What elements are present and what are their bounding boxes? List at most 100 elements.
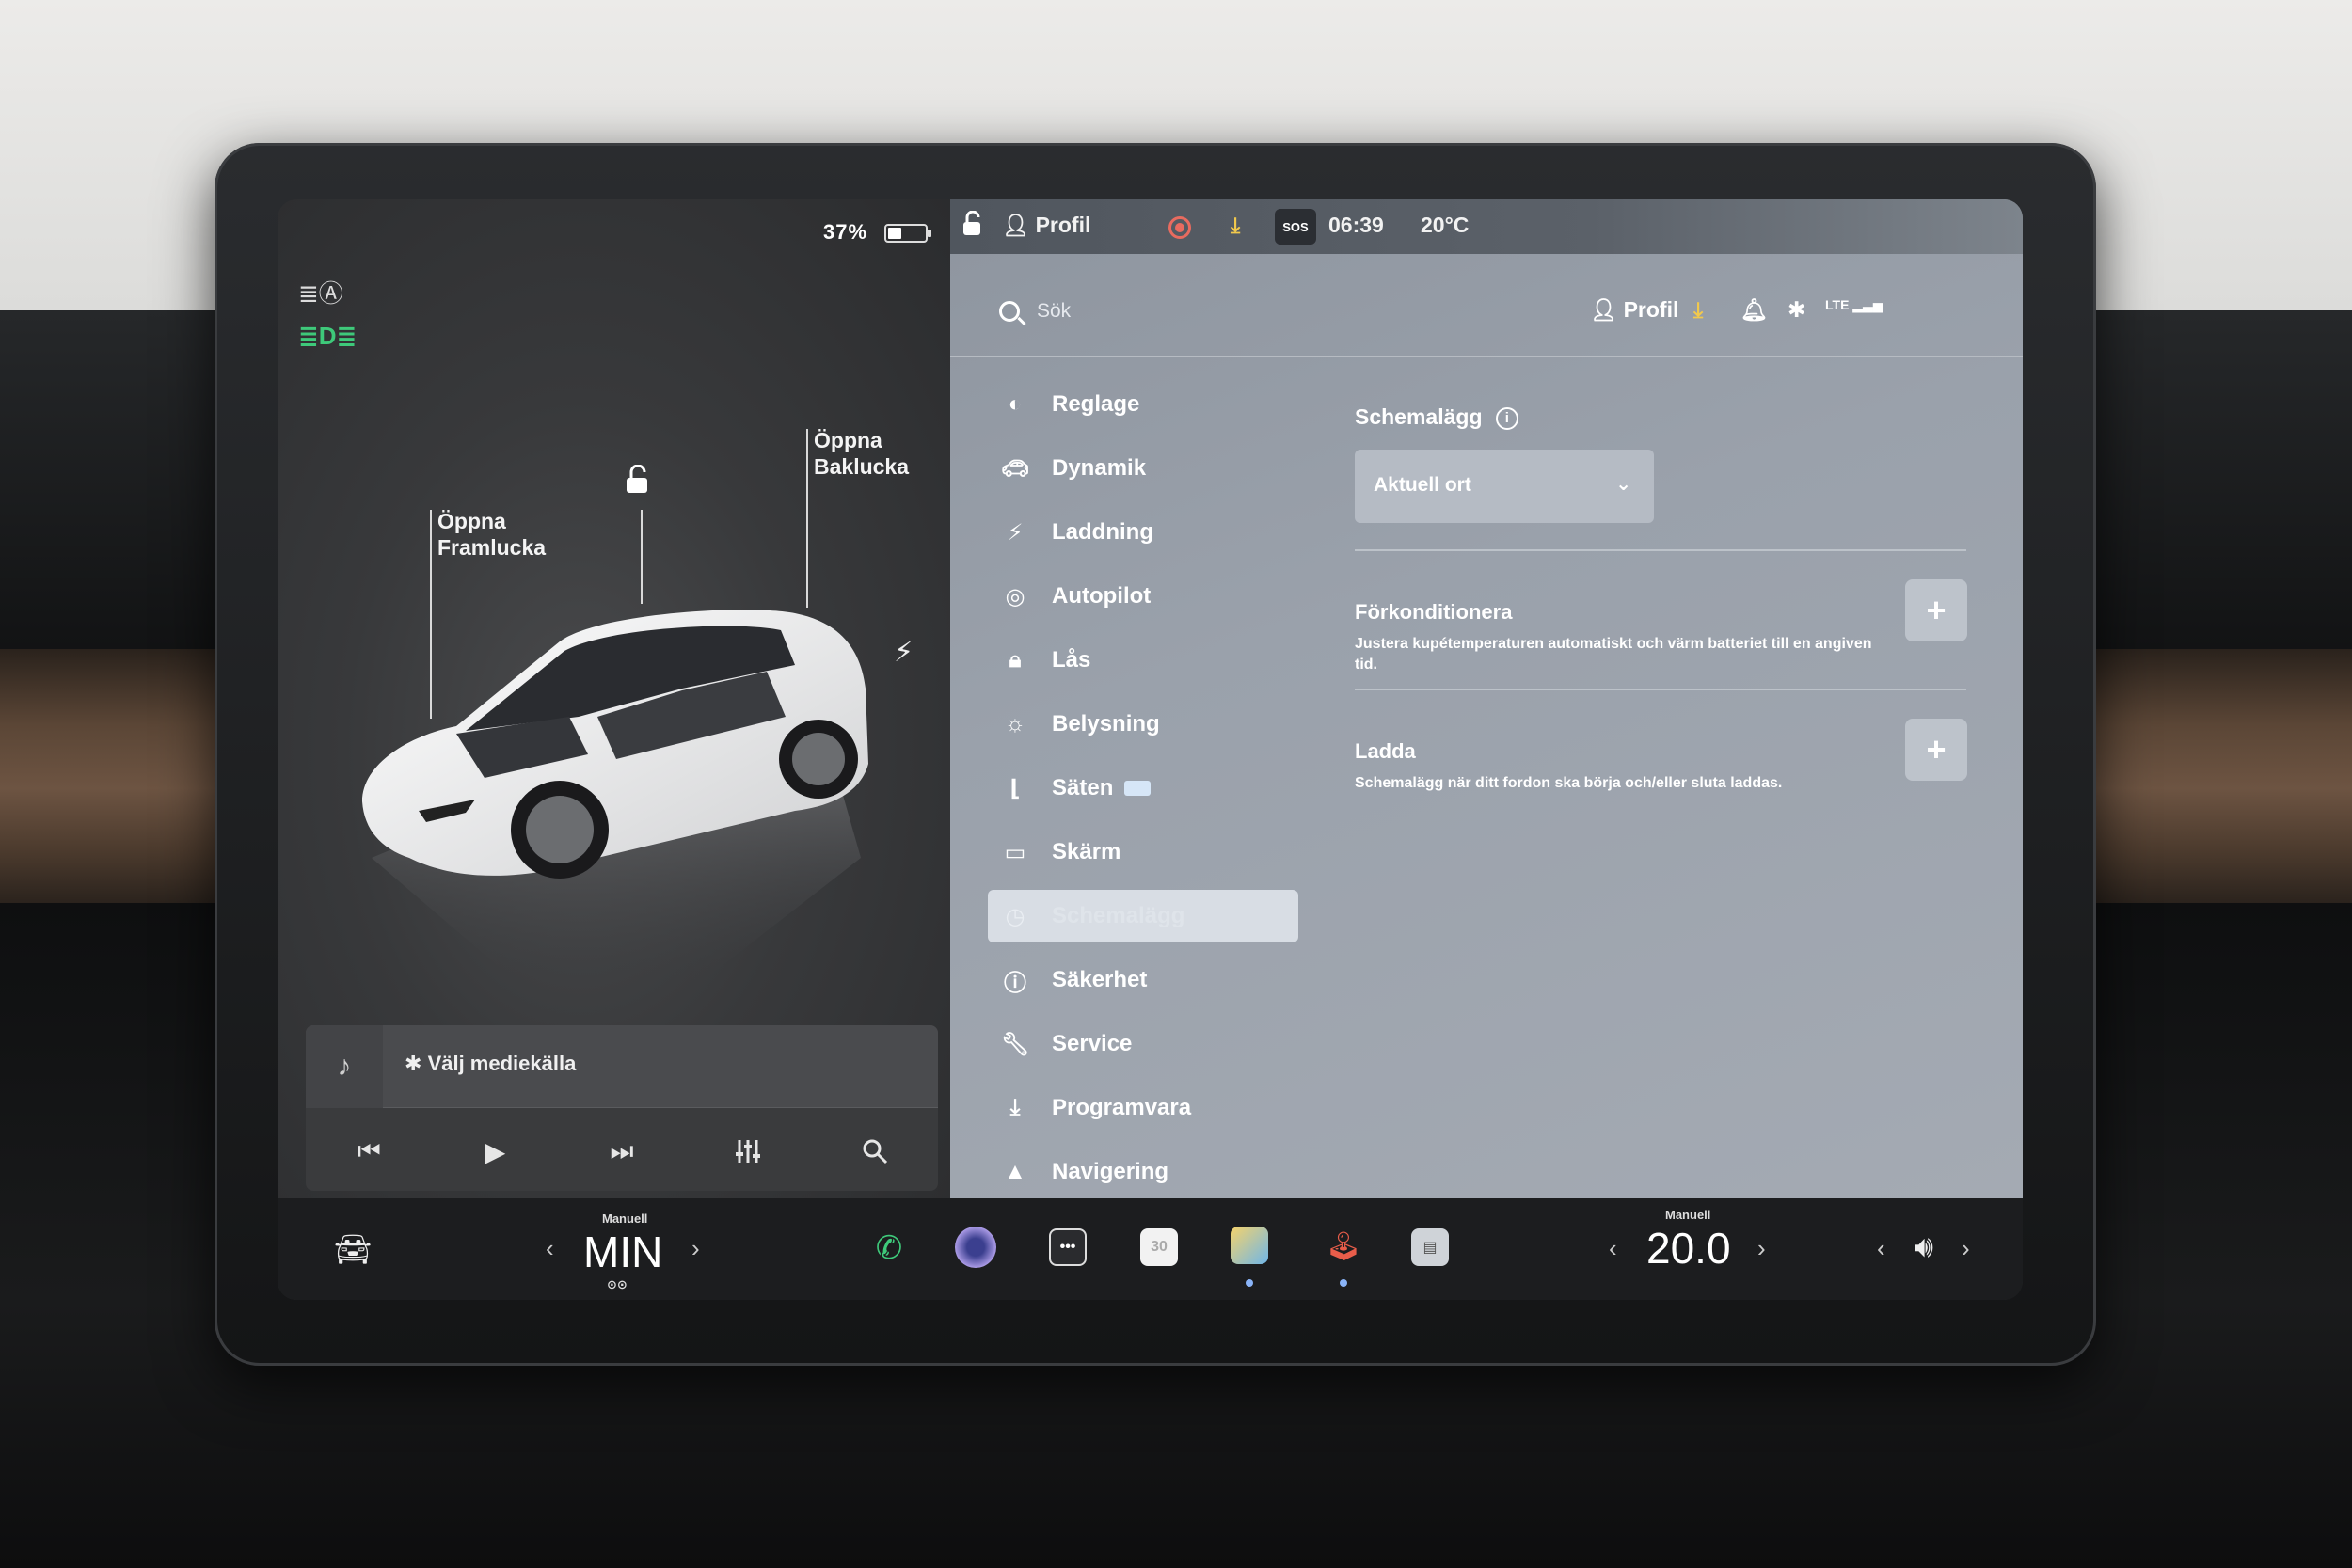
menu-item-programvara[interactable]: ⤓ Programvara	[988, 1082, 1298, 1134]
right-climate-mode: Manuell	[1665, 1208, 1711, 1222]
auto-headlight-icon[interactable]: ≣Ⓐ	[298, 275, 343, 309]
unlock-status-icon[interactable]	[960, 210, 984, 243]
driver-temperature[interactable]: MIN	[583, 1227, 662, 1277]
car-visualization-pane: 37% ≣Ⓐ ≣D≣ Öppna Framlucka Öppna Bakluck…	[278, 199, 950, 1198]
phone-icon[interactable]: ✆	[866, 1225, 913, 1272]
divider	[1355, 549, 1966, 551]
open-frunk-label-1: Öppna	[437, 509, 506, 533]
profile-button[interactable]: 👤︎ Profil	[1590, 297, 1678, 323]
menu-label: Skärm	[1052, 839, 1121, 864]
chevron-down-icon: ⌄	[1615, 474, 1631, 495]
bottom-bar: 🚘︎ ‹ Manuell MIN ⊙⊙ › ✆ ••• 30 🕹︎ ▤ ‹ Ma…	[278, 1198, 2023, 1300]
car-icon[interactable]: 🚘︎	[329, 1230, 376, 1268]
open-frunk-label-2: Framlucka	[437, 535, 547, 560]
menu-item-dynamik[interactable]: 🚗︎ Dynamik	[988, 442, 1298, 495]
camera-icon[interactable]	[955, 1227, 996, 1268]
info-icon[interactable]: i	[1495, 406, 1518, 430]
notification-bell-icon[interactable]: 🔔︎	[1740, 297, 1768, 323]
add-charge-schedule-button[interactable]: +	[1905, 719, 1967, 781]
menu-item-sakerhet[interactable]: ⓘ Säkerhet	[988, 954, 1298, 1006]
menu-label: Belysning	[1052, 711, 1160, 736]
precondition-title: Förkonditionera	[1355, 600, 1513, 624]
outside-temperature: 20°C	[1421, 213, 1470, 237]
profile-status-label: Profil	[1035, 213, 1091, 237]
menu-item-schemalagg[interactable]: ◷ Schemalägg	[988, 890, 1298, 942]
unlock-icon[interactable]	[624, 465, 652, 495]
photos-icon[interactable]	[1231, 1227, 1268, 1264]
equalizer-icon[interactable]	[720, 1123, 776, 1180]
menu-item-reglage[interactable]: ◐ Reglage	[988, 378, 1298, 431]
media-source-row[interactable]: ♪ ✱ Välj mediekälla	[306, 1025, 938, 1108]
menu-item-service[interactable]: 🔧︎ Service	[988, 1018, 1298, 1070]
search-input[interactable]	[1037, 295, 1413, 327]
chevron-left-icon[interactable]: ‹	[1609, 1234, 1617, 1263]
menu-label: Säten	[1052, 775, 1114, 800]
seat-heater-badge	[1124, 781, 1152, 796]
previous-track-icon[interactable]: ⏮	[341, 1123, 397, 1180]
volume-up-chevron[interactable]: ›	[1962, 1234, 1970, 1263]
menu-item-laddning[interactable]: ⚡ Laddning	[988, 506, 1298, 559]
search-icon	[999, 301, 1020, 322]
menu-item-las[interactable]: 🔒︎ Lås	[988, 634, 1298, 687]
left-climate-mode: Manuell	[602, 1212, 648, 1226]
steering-wheel-icon: ◎	[1005, 583, 1025, 610]
dashcam-record-icon[interactable]	[1168, 216, 1191, 239]
chevron-left-icon[interactable]: ‹	[546, 1234, 554, 1263]
wrench-icon: 🔧︎	[1000, 1031, 1030, 1057]
charge-description: Schemalägg när ditt fordon ska börja och…	[1355, 775, 1783, 791]
menu-item-saten[interactable]: ⌊ Säten	[988, 762, 1298, 815]
volume-icon[interactable]: 🔊︎	[1900, 1227, 1947, 1268]
calendar-icon[interactable]: 30	[1140, 1228, 1178, 1266]
software-download-icon[interactable]: ⤓	[1693, 297, 1703, 323]
media-player: ♪ ✱ Välj mediekälla ⏮ ▶ ⏭	[306, 1025, 938, 1191]
open-trunk-button[interactable]: Öppna Baklucka	[814, 427, 909, 480]
active-app-dot	[1340, 1279, 1347, 1287]
music-note-icon: ♪	[306, 1025, 383, 1108]
volume-down-chevron[interactable]: ‹	[1877, 1234, 1885, 1263]
calendar-day: 30	[1151, 1239, 1168, 1255]
open-frunk-button[interactable]: Öppna Framlucka	[437, 508, 546, 561]
car-icon: 🚗︎	[1000, 455, 1030, 482]
info-circle-icon: ⓘ	[1004, 970, 1026, 996]
media-search-icon[interactable]	[847, 1123, 903, 1180]
precondition-description: Justera kupétemperaturen automatiskt och…	[1355, 636, 1872, 673]
display-icon: ▭	[1004, 839, 1026, 865]
seat-fan-icon: ⊙⊙	[607, 1277, 628, 1291]
person-icon: 👤︎	[1002, 213, 1030, 237]
lte-signal-icon: LTE ▂▃▅	[1825, 297, 1883, 312]
more-icon[interactable]: •••	[1049, 1228, 1087, 1266]
schedule-title-text: Schemalägg	[1355, 404, 1483, 429]
profile-label: Profil	[1623, 297, 1679, 322]
media-controls: ⏮ ▶ ⏭	[306, 1112, 938, 1191]
sos-button[interactable]: SOS	[1275, 209, 1316, 245]
menu-item-navigering[interactable]: ▲ Navigering	[988, 1146, 1298, 1198]
open-trunk-label-2: Baklucka	[814, 454, 910, 479]
add-precondition-button[interactable]: +	[1905, 579, 1967, 641]
lock-icon: 🔒︎	[1009, 647, 1022, 673]
next-track-icon[interactable]: ⏭	[594, 1123, 650, 1180]
touchscreen: 37% ≣Ⓐ ≣D≣ Öppna Framlucka Öppna Bakluck…	[278, 199, 2023, 1300]
dashcam-icon[interactable]: ▤	[1411, 1228, 1449, 1266]
download-icon[interactable]: ⤓	[1231, 213, 1240, 238]
bluetooth-icon[interactable]: ✱	[1788, 297, 1805, 323]
menu-label: Säkerhet	[1052, 967, 1148, 992]
location-dropdown[interactable]: Aktuell ort ⌄	[1355, 450, 1654, 523]
chevron-right-icon[interactable]: ›	[691, 1234, 700, 1263]
passenger-temperature[interactable]: 20.0	[1646, 1223, 1731, 1274]
menu-item-belysning[interactable]: ☼ Belysning	[988, 698, 1298, 751]
toggle-icon: ◐	[1008, 391, 1023, 417]
menu-item-autopilot[interactable]: ◎ Autopilot	[988, 570, 1298, 623]
joystick-icon[interactable]: 🕹︎	[1322, 1225, 1365, 1268]
menu-label: Navigering	[1052, 1159, 1169, 1184]
settings-pane: 👤︎ Profil ⤓ SOS 06:39 20°C 👤︎ Profil ⤓ 🔔…	[950, 199, 2023, 1198]
drl-icon[interactable]: ≣D≣	[298, 322, 357, 351]
play-icon[interactable]: ▶	[468, 1123, 524, 1180]
menu-item-skarm[interactable]: ▭ Skärm	[988, 826, 1298, 879]
menu-label: Schemalägg	[1052, 903, 1185, 928]
media-source-selector[interactable]: ✱ Välj mediekälla	[405, 1052, 576, 1076]
battery-icon	[884, 224, 931, 243]
divider	[1355, 689, 1966, 690]
chevron-right-icon[interactable]: ›	[1757, 1234, 1766, 1263]
profile-status[interactable]: 👤︎ Profil	[1002, 213, 1090, 238]
sun-icon: ☼	[1005, 711, 1025, 736]
